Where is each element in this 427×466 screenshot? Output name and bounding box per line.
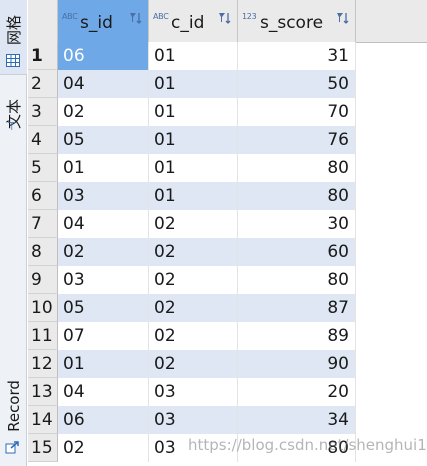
cell-s-score[interactable]: 34 (238, 406, 356, 434)
cell-s-id[interactable]: 04 (58, 378, 149, 406)
cell-s-score[interactable]: 31 (238, 42, 356, 70)
row-number-header[interactable] (28, 0, 58, 42)
row-number[interactable]: 4 (28, 126, 58, 154)
table-row[interactable]: 2 04 01 50 (28, 70, 427, 98)
cell-s-id[interactable]: 02 (58, 434, 149, 462)
row-number[interactable]: 2 (28, 70, 58, 98)
tab-text[interactable]: 文本 (0, 86, 27, 144)
cell-s-id[interactable]: 06 (58, 42, 149, 70)
table-row[interactable]: 10 05 02 87 (28, 294, 427, 322)
number-type-icon: 123 (242, 12, 257, 21)
view-mode-strip: 网格 文本 ⊤ Record (0, 0, 27, 466)
column-name: s_id (80, 13, 113, 33)
column-header-s-id[interactable]: ABC s_id (58, 0, 149, 42)
cell-s-id[interactable]: 02 (58, 98, 149, 126)
cell-c-id[interactable]: 01 (149, 154, 238, 182)
table-row[interactable]: 8 02 02 60 (28, 238, 427, 266)
text-format-icon: ⊤ (7, 120, 17, 133)
cell-s-id[interactable]: 05 (58, 126, 149, 154)
column-name: s_score (260, 13, 324, 33)
cell-s-score[interactable]: 30 (238, 210, 356, 238)
cell-s-id[interactable]: 05 (58, 294, 149, 322)
table-row[interactable]: 3 02 01 70 (28, 98, 427, 126)
cell-s-score[interactable]: 80 (238, 266, 356, 294)
cell-s-id[interactable]: 07 (58, 322, 149, 350)
cell-s-score[interactable]: 87 (238, 294, 356, 322)
row-number[interactable]: 8 (28, 238, 58, 266)
grid-header: ABC s_id ABC c_id 123 s_score (28, 0, 427, 43)
cell-s-score[interactable]: 20 (238, 378, 356, 406)
row-number[interactable]: 5 (28, 154, 58, 182)
cell-c-id[interactable]: 02 (149, 350, 238, 378)
table-row[interactable]: 4 05 01 76 (28, 126, 427, 154)
cell-s-id[interactable]: 03 (58, 182, 149, 210)
row-number[interactable]: 1 (28, 42, 58, 70)
sort-filter-icon[interactable] (218, 11, 232, 25)
table-row[interactable]: 9 03 02 80 (28, 266, 427, 294)
cell-s-score[interactable]: 90 (238, 350, 356, 378)
sort-filter-icon[interactable] (336, 11, 350, 25)
row-number[interactable]: 3 (28, 98, 58, 126)
row-number[interactable]: 14 (28, 406, 58, 434)
cell-s-score[interactable]: 80 (238, 182, 356, 210)
grid-icon (6, 54, 20, 67)
row-number[interactable]: 6 (28, 182, 58, 210)
cell-s-score[interactable]: 60 (238, 238, 356, 266)
table-row[interactable]: 7 04 02 30 (28, 210, 427, 238)
row-number[interactable]: 13 (28, 378, 58, 406)
table-row[interactable]: 11 07 02 89 (28, 322, 427, 350)
cell-c-id[interactable]: 01 (149, 42, 238, 70)
cell-s-id[interactable]: 04 (58, 70, 149, 98)
cell-c-id[interactable]: 02 (149, 322, 238, 350)
cell-c-id[interactable]: 03 (149, 406, 238, 434)
cell-s-score[interactable]: 50 (238, 70, 356, 98)
table-row[interactable]: 1 06 01 31 (28, 42, 427, 70)
watermark: https://blog.csdn.net/shenghui1 (188, 436, 427, 454)
cell-s-score[interactable]: 89 (238, 322, 356, 350)
cell-s-id[interactable]: 02 (58, 238, 149, 266)
table-row[interactable]: 13 04 03 20 (28, 378, 427, 406)
row-number[interactable]: 7 (28, 210, 58, 238)
cell-c-id[interactable]: 01 (149, 70, 238, 98)
cell-c-id[interactable]: 02 (149, 238, 238, 266)
cell-c-id[interactable]: 01 (149, 126, 238, 154)
column-header-s-score[interactable]: 123 s_score (238, 0, 356, 42)
cell-s-id[interactable]: 03 (58, 266, 149, 294)
table-row[interactable]: 6 03 01 80 (28, 182, 427, 210)
row-number[interactable]: 12 (28, 350, 58, 378)
cell-s-id[interactable]: 01 (58, 154, 149, 182)
record-icon (5, 441, 19, 454)
tab-record-label: Record (4, 380, 23, 432)
row-number[interactable]: 11 (28, 322, 58, 350)
row-number[interactable]: 15 (28, 434, 58, 462)
cell-s-score[interactable]: 76 (238, 126, 356, 154)
cell-s-score[interactable]: 80 (238, 154, 356, 182)
cell-c-id[interactable]: 01 (149, 98, 238, 126)
cell-s-id[interactable]: 06 (58, 406, 149, 434)
cell-s-id[interactable]: 01 (58, 350, 149, 378)
cell-c-id[interactable]: 01 (149, 182, 238, 210)
cell-c-id[interactable]: 03 (149, 378, 238, 406)
cell-s-score[interactable]: 70 (238, 98, 356, 126)
string-type-icon: ABC (62, 12, 78, 21)
cell-s-id[interactable]: 04 (58, 210, 149, 238)
sort-filter-icon[interactable] (129, 11, 143, 25)
cell-c-id[interactable]: 02 (149, 294, 238, 322)
tab-grid[interactable]: 网格 (0, 0, 27, 75)
cell-c-id[interactable]: 02 (149, 210, 238, 238)
table-row[interactable]: 14 06 03 34 (28, 406, 427, 434)
column-name: c_id (171, 13, 205, 33)
table-row[interactable]: 5 01 01 80 (28, 154, 427, 182)
string-type-icon: ABC (153, 12, 169, 21)
table-row[interactable]: 12 01 02 90 (28, 350, 427, 378)
row-number[interactable]: 9 (28, 266, 58, 294)
row-number[interactable]: 10 (28, 294, 58, 322)
cell-c-id[interactable]: 02 (149, 266, 238, 294)
result-grid: ABC s_id ABC c_id 123 s_score 1 06 01 31 2 04… (28, 0, 427, 466)
column-header-c-id[interactable]: ABC c_id (149, 0, 238, 42)
tab-grid-label: 网格 (4, 14, 23, 46)
